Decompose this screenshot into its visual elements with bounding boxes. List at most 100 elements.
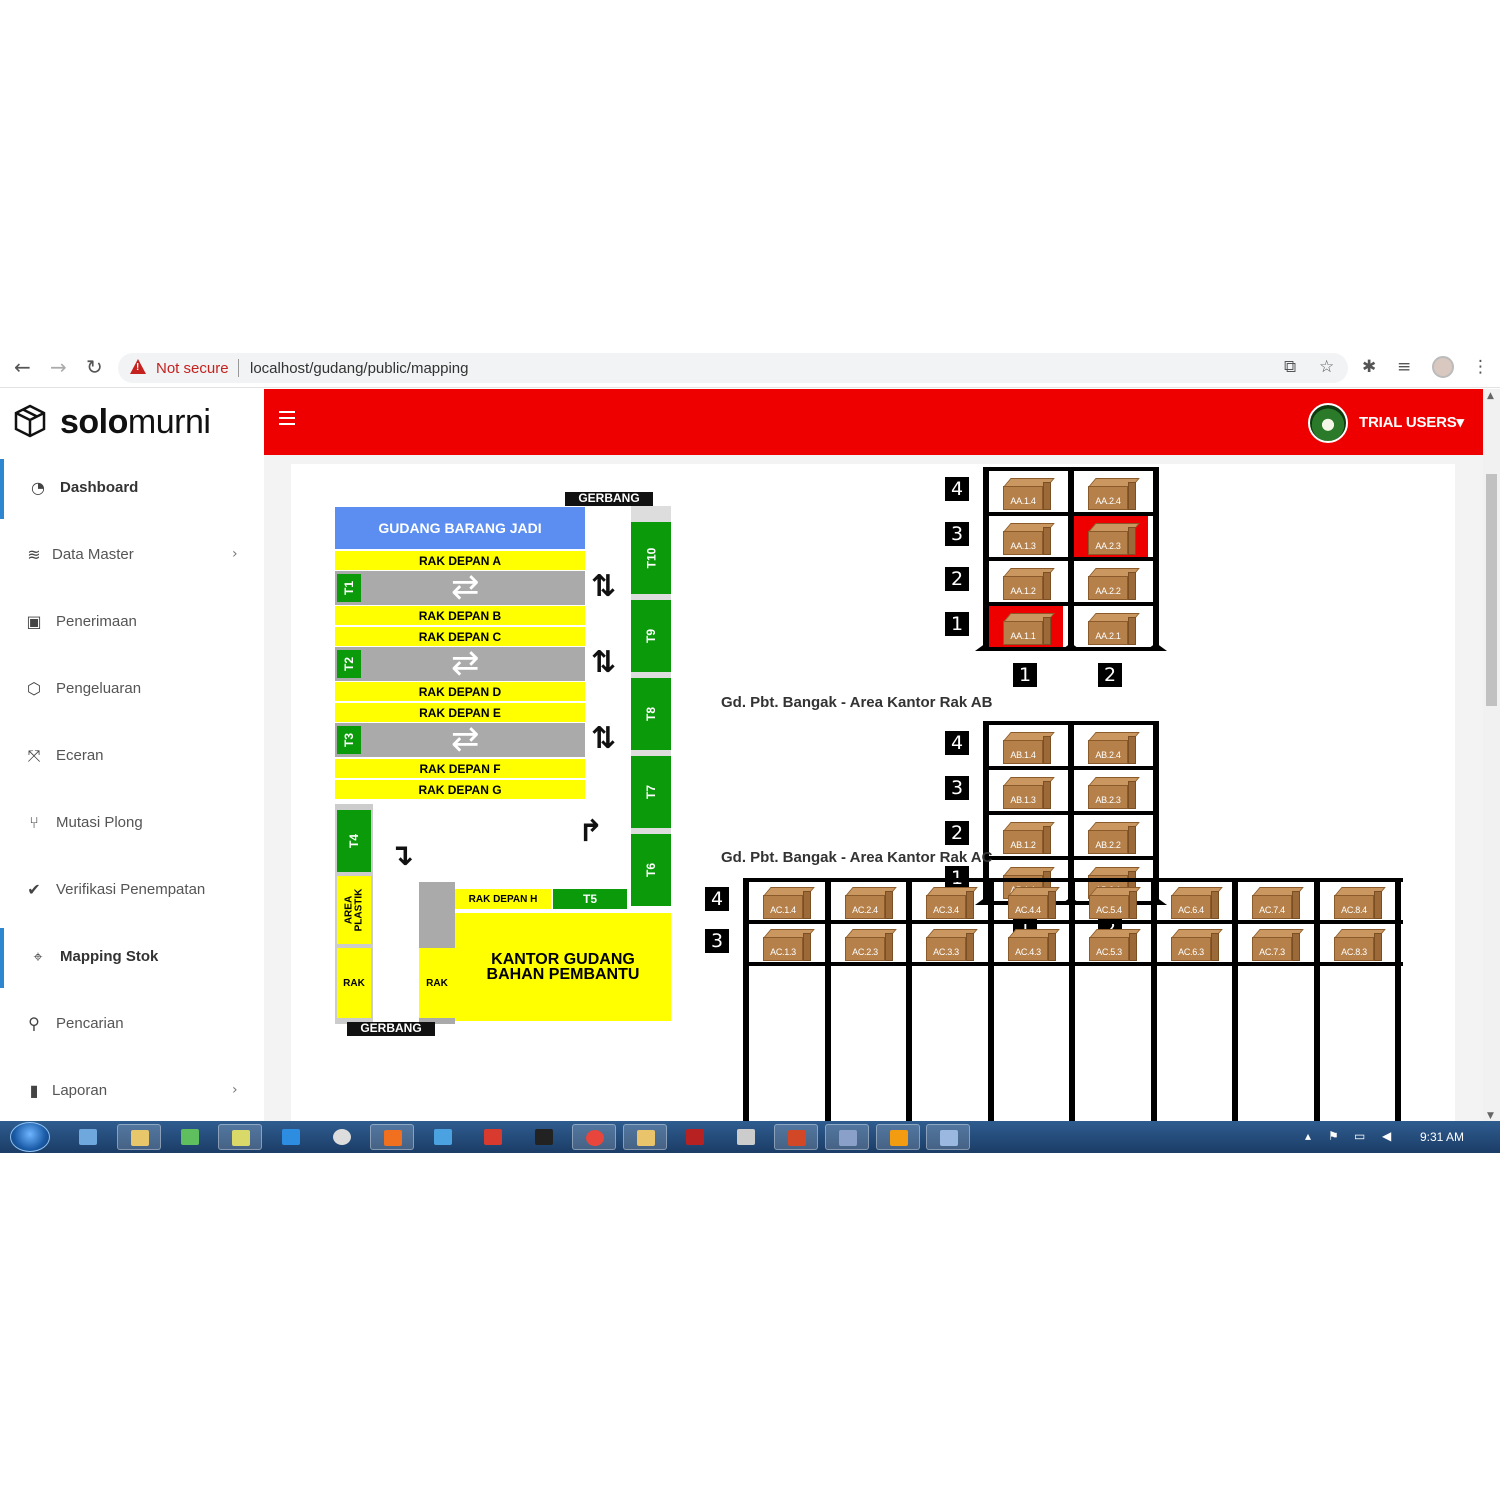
rack-slot[interactable]: AC.4.3 — [994, 922, 1066, 963]
transit-t4[interactable]: T4 — [337, 810, 371, 872]
rack-slot[interactable]: AC.1.3 — [749, 922, 821, 963]
profile-avatar[interactable] — [1432, 356, 1454, 378]
rak-depan-h[interactable]: RAK DEPAN H — [455, 889, 551, 909]
rack-slot[interactable]: AA.2.1 — [1074, 606, 1148, 647]
rak-depan-f[interactable]: RAK DEPAN F — [335, 759, 585, 778]
rack-slot[interactable]: AC.3.4 — [912, 880, 984, 921]
vertical-scrollbar[interactable]: ▲ ▼ — [1483, 389, 1500, 1125]
taskbar-app-tool-icon[interactable] — [421, 1124, 465, 1150]
rack-slot[interactable]: AC.4.4 — [994, 880, 1066, 921]
kebab-menu-icon[interactable]: ⋮ — [1472, 357, 1489, 377]
rack-slot[interactable]: AC.3.3 — [912, 922, 984, 963]
taskbar-app-explorer-icon[interactable] — [117, 1124, 161, 1150]
taskbar-app-filezilla-icon[interactable] — [673, 1124, 717, 1150]
user-avatar[interactable] — [1308, 403, 1348, 443]
rak-small-2[interactable]: RAK — [419, 948, 455, 1018]
transit-t10[interactable]: T10 — [631, 522, 671, 594]
tray-expand-icon[interactable]: ▴ — [1305, 1129, 1311, 1143]
rack-slot[interactable]: AB.1.4 — [989, 725, 1063, 766]
taskbar-app-vscode-icon[interactable] — [269, 1124, 313, 1150]
taskbar-app-app-icon[interactable] — [825, 1124, 869, 1150]
taskbar-app-document-icon[interactable] — [926, 1124, 970, 1150]
rack-slot[interactable]: AB.1.2 — [989, 815, 1063, 856]
rack-slot[interactable]: AB.1.3 — [989, 770, 1063, 811]
gudang-barang-jadi[interactable]: GUDANG BARANG JADI — [335, 507, 585, 549]
rack-slot[interactable]: AA.1.4 — [989, 471, 1063, 512]
rack-slot[interactable]: AC.7.4 — [1238, 880, 1310, 921]
taskbar-app-computer-icon[interactable] — [66, 1124, 110, 1150]
rack-slot[interactable]: AB.2.2 — [1074, 815, 1148, 856]
transit-t7[interactable]: T7 — [631, 756, 671, 828]
address-bar[interactable]: Not secure localhost/gudang/public/mappi… — [118, 353, 1348, 383]
transit-t6[interactable]: T6 — [631, 834, 671, 906]
rack-slot[interactable]: AA.2.2 — [1074, 561, 1148, 602]
taskbar-app-orange-icon[interactable] — [876, 1124, 920, 1150]
sidebar-item-dashboard[interactable]: ◔ Dashboard — [0, 459, 264, 519]
taskbar-app-powerpoint-icon[interactable] — [774, 1124, 818, 1150]
scroll-up-icon[interactable]: ▲ — [1487, 391, 1494, 401]
back-icon[interactable]: ← — [14, 357, 31, 377]
open-external-icon[interactable]: ⧉ — [1284, 357, 1296, 377]
sidebar-item-verifikasi-penempatan[interactable]: ✔ Verifikasi Penempatan — [0, 861, 264, 921]
rack-slot[interactable]: AA.1.2 — [989, 561, 1063, 602]
app-logo[interactable]: solomurni — [60, 403, 211, 442]
rak-small-1[interactable]: RAK — [337, 948, 371, 1018]
rack-slot[interactable]: AC.7.3 — [1238, 922, 1310, 963]
taskbar-app-pdf-icon[interactable] — [471, 1124, 515, 1150]
rak-depan-b[interactable]: RAK DEPAN B — [335, 606, 585, 625]
sidebar-item-data-master[interactable]: ≋ Data Master › — [0, 526, 264, 586]
tray-flag-icon[interactable]: ⚑ — [1328, 1129, 1339, 1143]
rack-slot[interactable]: AB.2.3 — [1074, 770, 1148, 811]
rak-depan-g[interactable]: RAK DEPAN G — [335, 780, 585, 799]
bookmark-star-icon[interactable]: ☆ — [1319, 357, 1334, 377]
sidebar-item-laporan[interactable]: ▮ Laporan › — [0, 1062, 264, 1122]
taskbar-app-sticky-icon[interactable] — [218, 1124, 262, 1150]
user-menu[interactable]: TRIAL USERS▾ — [1359, 413, 1464, 431]
scroll-down-icon[interactable]: ▼ — [1487, 1111, 1494, 1121]
taskbar-app-xampp-icon[interactable] — [370, 1124, 414, 1150]
taskbar-app-folder-icon[interactable] — [623, 1124, 667, 1150]
transit-t2[interactable]: T2 — [337, 650, 361, 678]
rack-slot[interactable]: AC.8.3 — [1320, 922, 1392, 963]
taskbar-app-paint-icon[interactable] — [320, 1124, 364, 1150]
taskbar-clock[interactable]: 9:31 AM — [1420, 1130, 1464, 1144]
rack-slot[interactable]: AB.2.4 — [1074, 725, 1148, 766]
rack-slot[interactable]: AC.6.4 — [1157, 880, 1229, 921]
rack-slot[interactable]: AC.6.3 — [1157, 922, 1229, 963]
transit-t1[interactable]: T1 — [337, 574, 361, 602]
rack-slot[interactable]: AC.2.4 — [831, 880, 903, 921]
taskbar-app-terminal-icon[interactable] — [522, 1124, 566, 1150]
sidebar-item-pencarian[interactable]: ⚲ Pencarian — [0, 995, 264, 1055]
scrollbar-thumb[interactable] — [1486, 474, 1497, 706]
sidebar-item-eceran[interactable]: ⤧ Eceran — [0, 727, 264, 787]
kantor-gudang[interactable]: KANTOR GUDANG BAHAN PEMBANTU — [455, 913, 671, 1021]
rack-slot[interactable]: AC.8.4 — [1320, 880, 1392, 921]
transit-t3[interactable]: T3 — [337, 726, 361, 754]
rack-slot[interactable]: AC.5.4 — [1075, 880, 1147, 921]
reload-icon[interactable]: ↻ — [86, 357, 103, 377]
area-plastik[interactable]: AREA PLASTIK — [337, 876, 371, 944]
forward-icon[interactable]: → — [50, 357, 67, 377]
transit-t9[interactable]: T9 — [631, 600, 671, 672]
sidebar-item-penerimaan[interactable]: ▣ Penerimaan — [0, 593, 264, 653]
url-text[interactable]: localhost/gudang/public/mapping — [250, 360, 469, 377]
rack-slot[interactable]: AC.1.4 — [749, 880, 821, 921]
transit-t8[interactable]: T8 — [631, 678, 671, 750]
rack-slot[interactable]: AA.1.3 — [989, 516, 1063, 557]
rack-slot[interactable]: AC.2.3 — [831, 922, 903, 963]
security-indicator[interactable]: Not secure — [156, 360, 229, 377]
rack-slot[interactable]: AA.1.1 — [989, 606, 1063, 647]
rack-slot[interactable]: AC.5.3 — [1075, 922, 1147, 963]
rack-slot[interactable]: AA.2.4 — [1074, 471, 1148, 512]
media-queue-icon[interactable]: ≡ — [1397, 357, 1411, 377]
taskbar-app-notepad-icon[interactable] — [168, 1124, 212, 1150]
tray-volume-icon[interactable]: ◀ — [1382, 1129, 1391, 1143]
extensions-icon[interactable]: ✱ — [1362, 357, 1376, 377]
hamburger-menu-icon[interactable] — [279, 411, 295, 425]
taskbar-app-chrome-icon[interactable] — [572, 1124, 616, 1150]
sidebar-item-mapping-stok[interactable]: ⌖ Mapping Stok — [0, 928, 264, 988]
rak-depan-d[interactable]: RAK DEPAN D — [335, 682, 585, 701]
transit-t5[interactable]: T5 — [553, 889, 627, 909]
sidebar-item-mutasi-plong[interactable]: ⑂ Mutasi Plong — [0, 794, 264, 854]
start-button[interactable] — [10, 1122, 50, 1152]
